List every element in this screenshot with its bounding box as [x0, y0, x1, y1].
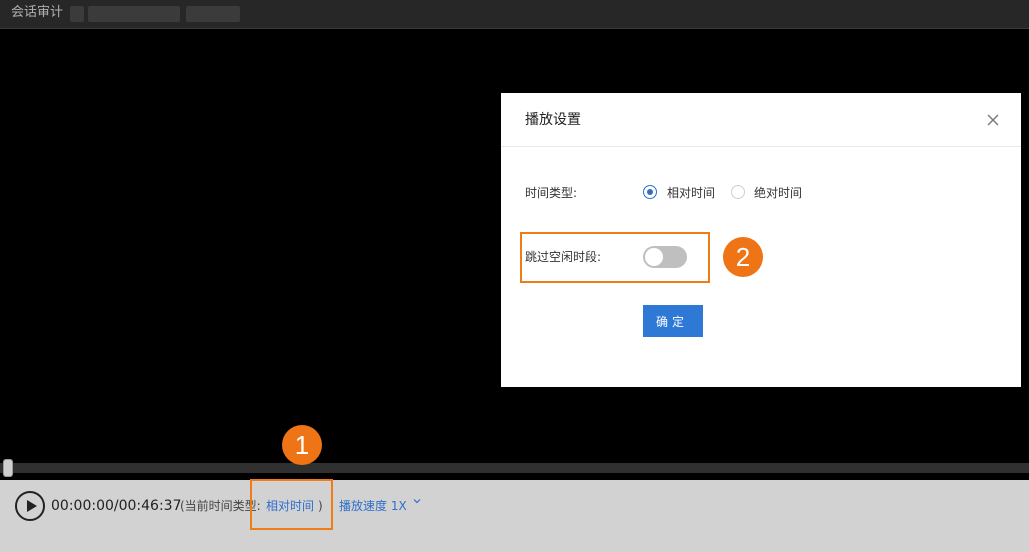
progress-handle[interactable]: [3, 459, 13, 477]
player-controls: [0, 480, 1029, 552]
time-display: 00:00:00/00:46:37: [51, 498, 182, 514]
time-type-field-label: 时间类型:: [525, 186, 578, 200]
close-icon[interactable]: [985, 112, 1001, 128]
window-title: 会话审计: [11, 5, 64, 20]
redacted-text: [70, 6, 84, 22]
radio-relative-time[interactable]: [643, 185, 657, 199]
annotation-badge-2: 2: [723, 237, 763, 277]
annotation-box-1: [250, 479, 333, 530]
redacted-text: [186, 6, 240, 22]
annotation-badge-1: 1: [282, 425, 322, 465]
redacted-text: [88, 6, 180, 22]
play-button[interactable]: [15, 491, 45, 521]
dialog-header: 播放设置: [501, 93, 1021, 147]
radio-relative-time-label[interactable]: 相对时间: [667, 185, 715, 201]
radio-absolute-time-label[interactable]: 绝对时间: [754, 185, 802, 201]
radio-absolute-time[interactable]: [731, 185, 745, 199]
chevron-down-icon[interactable]: [413, 497, 421, 505]
playback-speed-dropdown[interactable]: 播放速度 1X: [339, 498, 407, 514]
time-type-label: (当前时间类型:: [180, 499, 261, 513]
title-bar: 会话审计: [0, 0, 1029, 29]
confirm-button[interactable]: 确定: [643, 305, 703, 337]
dialog-title: 播放设置: [525, 112, 581, 128]
progress-bar[interactable]: [0, 463, 1029, 473]
annotation-box-2: [520, 232, 710, 283]
